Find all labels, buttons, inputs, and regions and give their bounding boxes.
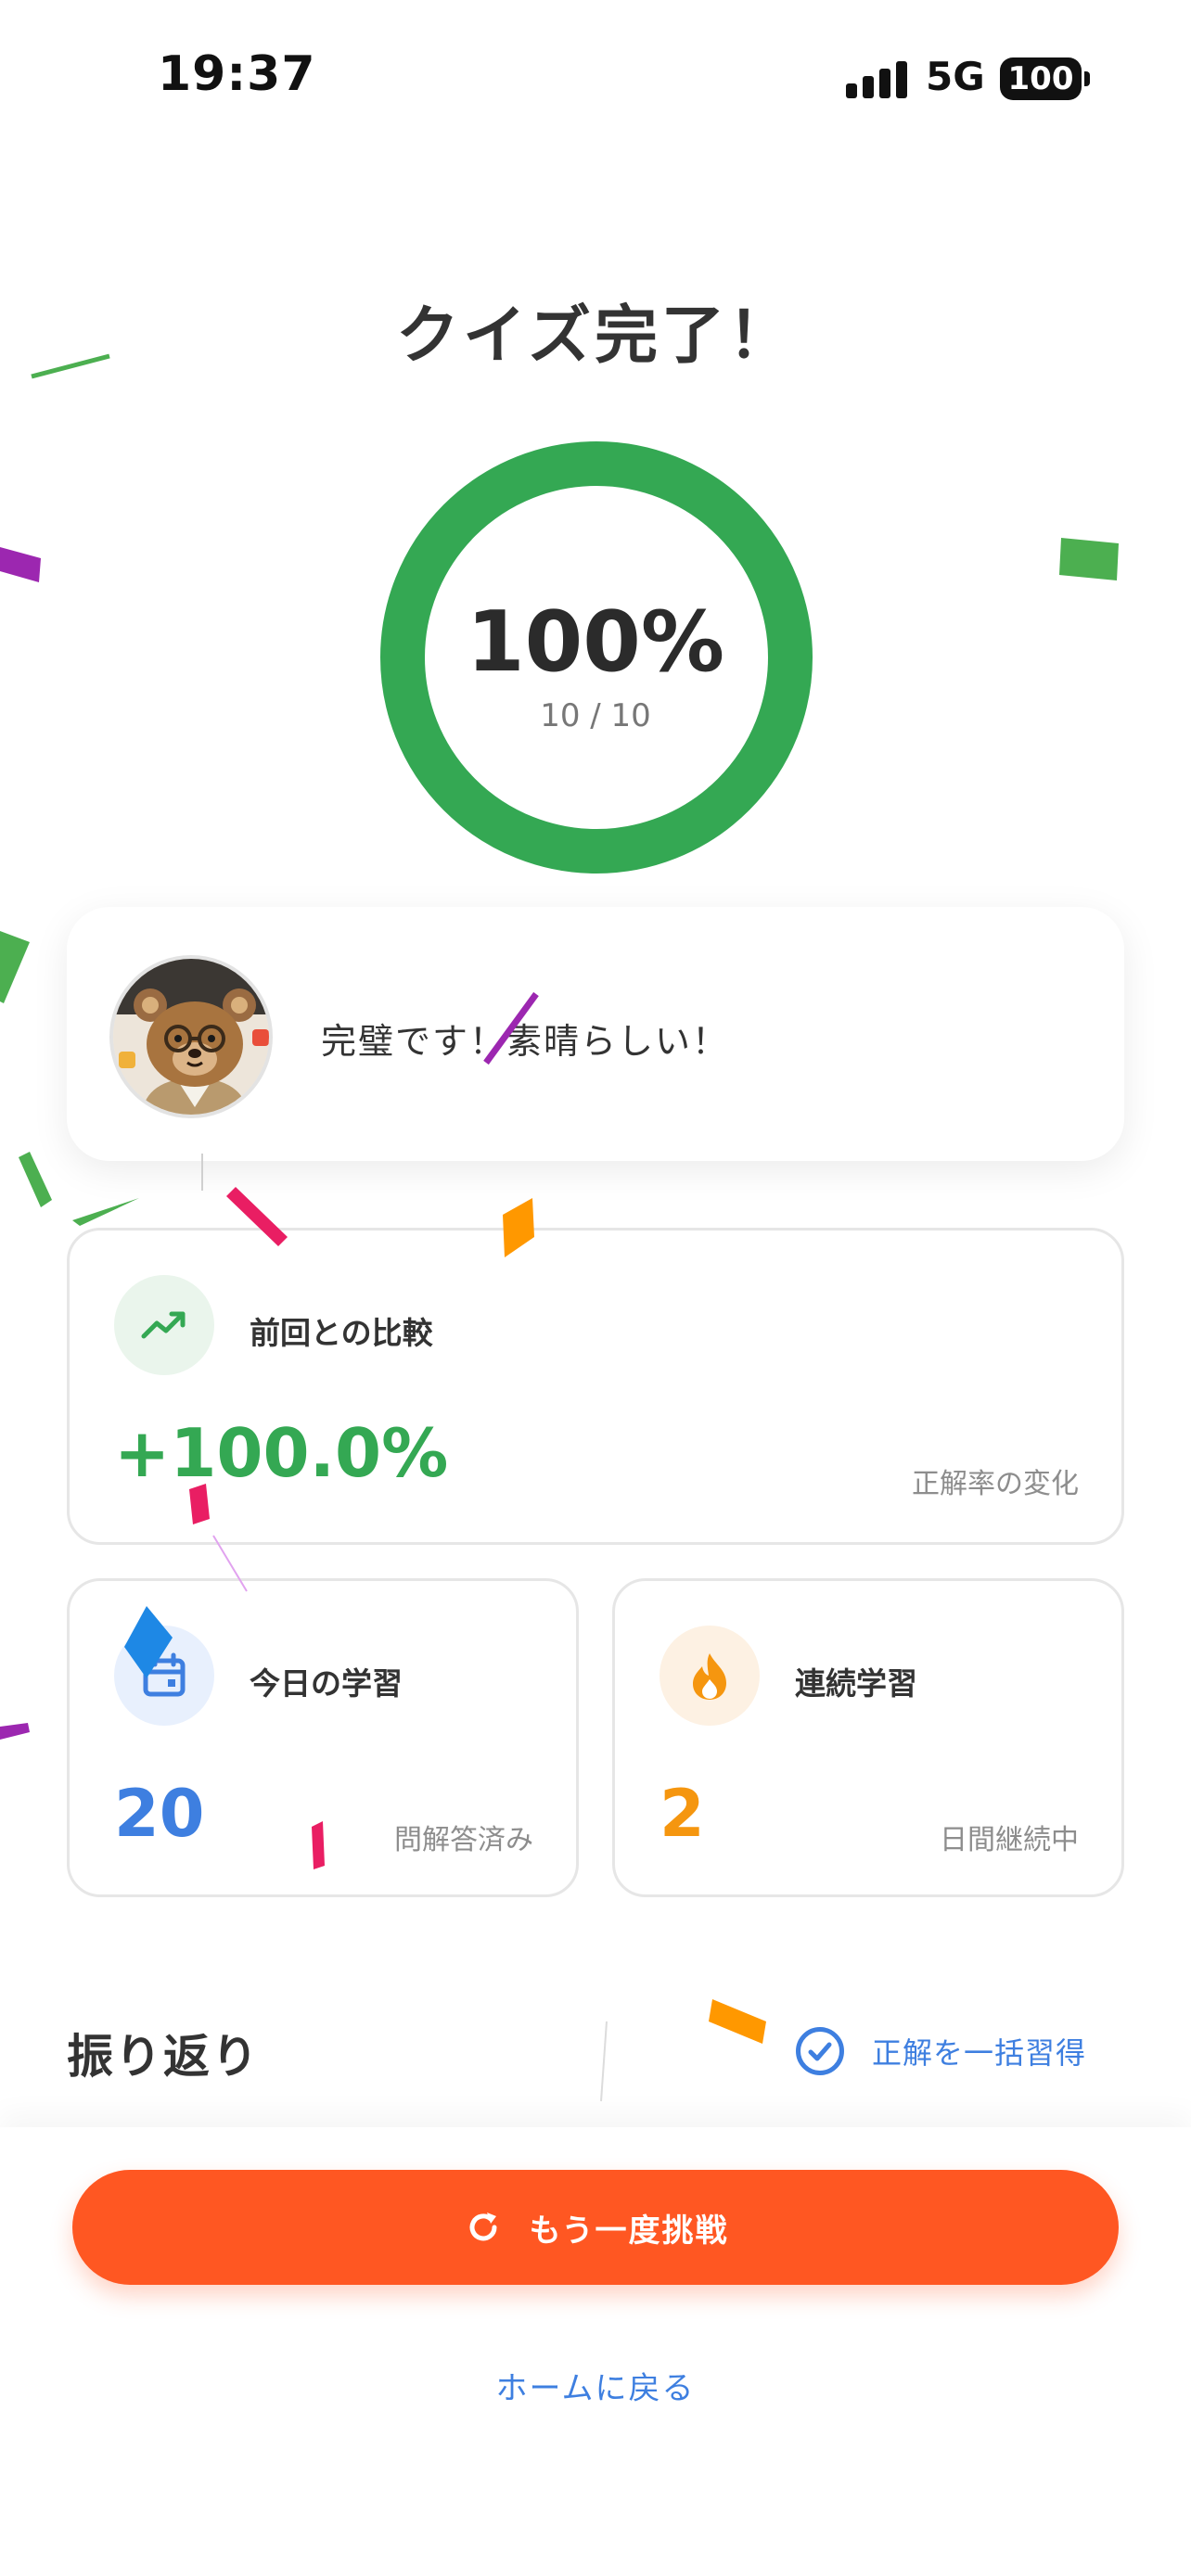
message-text: 完璧です！素晴らしい！ (321, 1021, 730, 1062)
status-bar: 19:37 5G 100 (0, 0, 1191, 158)
bulk-master-label: 正解を一括習得 (872, 2035, 1087, 2071)
comparison-value: +100.0% (114, 1414, 449, 1492)
check-circle-icon (796, 2027, 844, 2075)
flame-icon (660, 1626, 760, 1726)
score-percent: 100% (466, 593, 725, 691)
today-study-label: 今日の学習 (250, 1665, 403, 1702)
message-card: 完璧です！素晴らしい！ (67, 907, 1124, 1161)
retry-label: もう一度挑戦 (529, 2212, 729, 2250)
refresh-icon (469, 2213, 496, 2241)
today-study-card: 今日の学習 20 問解答済み (67, 1578, 579, 1897)
trending-up-icon (114, 1275, 214, 1375)
comparison-label: 前回との比較 (250, 1315, 433, 1351)
bulk-master-button[interactable]: 正解を一括習得 (796, 2025, 1086, 2077)
page-title: クイズ完了！ (396, 300, 795, 373)
network-label: 5G (926, 54, 985, 99)
score-fraction: 10 / 10 (540, 697, 651, 734)
battery-icon: 100 (1000, 57, 1090, 100)
bear-avatar (109, 955, 273, 1118)
streak-value: 2 (660, 1776, 705, 1852)
review-title: 振り返り (67, 2030, 260, 2084)
battery-level: 100 (1007, 60, 1074, 97)
calendar-icon (114, 1626, 214, 1726)
streak-note: 日間継続中 (940, 1824, 1079, 1856)
streak-card: 連続学習 2 日間継続中 (612, 1578, 1124, 1897)
comparison-card: 前回との比較 +100.0% 正解率の変化 (67, 1228, 1124, 1545)
home-link[interactable]: ホームに戻る (0, 2363, 1191, 2408)
streak-label: 連続学習 (795, 1665, 917, 1702)
comparison-note: 正解率の変化 (912, 1468, 1079, 1500)
status-time: 19:37 (158, 46, 316, 102)
retry-button[interactable]: もう一度挑戦 (72, 2170, 1119, 2285)
today-study-note: 問解答済み (394, 1824, 533, 1856)
signal-icon (846, 61, 907, 98)
today-study-value: 20 (114, 1776, 205, 1852)
